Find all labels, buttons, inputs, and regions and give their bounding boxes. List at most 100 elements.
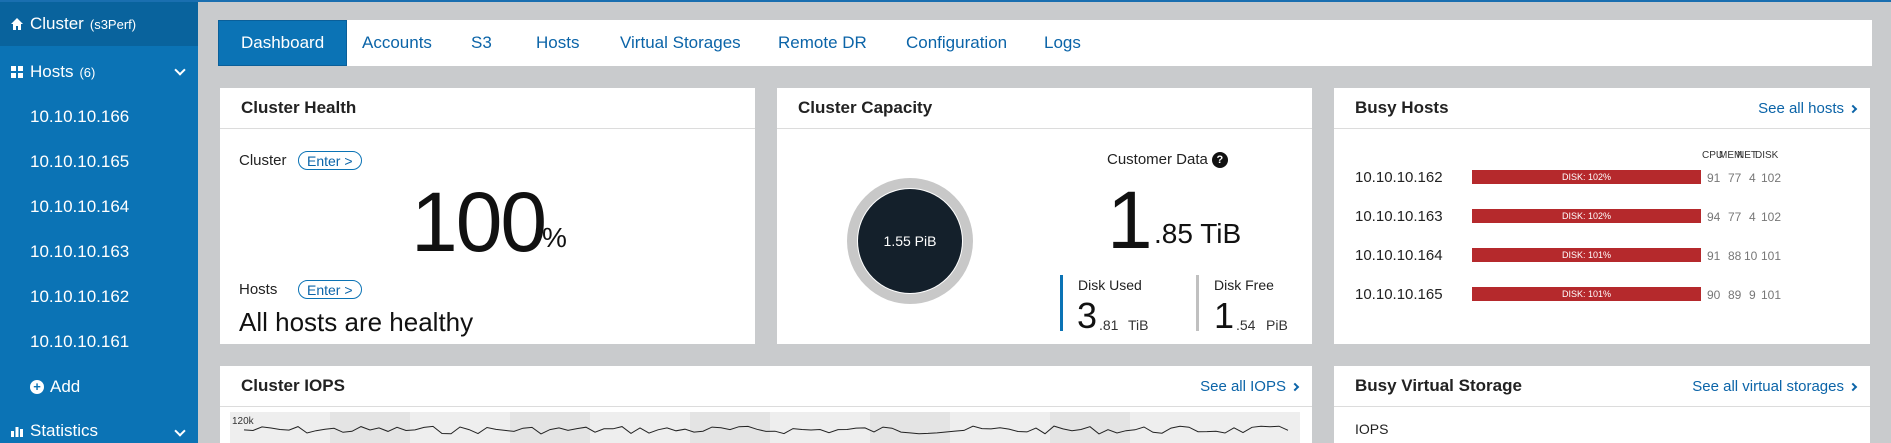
see-all-virtual-storages-link[interactable]: See all virtual storages	[1692, 378, 1858, 395]
tab-virtual-storages[interactable]: Virtual Storages	[620, 20, 741, 66]
disk-used-bar	[1060, 275, 1063, 331]
sidebar-hosts-label: Hosts	[30, 62, 74, 81]
busy-virtual-storage-panel: Busy Virtual Storage See all virtual sto…	[1334, 366, 1870, 443]
see-all-iops-link[interactable]: See all IOPS	[1200, 378, 1300, 395]
sidebar-statistics[interactable]: Statistics	[0, 411, 198, 443]
busy-host-net: 4	[1749, 171, 1756, 185]
grid-icon	[11, 66, 23, 78]
busy-host-ip[interactable]: 10.10.10.164	[1355, 247, 1443, 264]
busy-host-bar: DISK: 101%	[1472, 248, 1701, 262]
iops-sparkline: 120k	[230, 412, 1300, 443]
busy-host-mem: 77	[1728, 210, 1742, 224]
top-accent-line	[0, 0, 1891, 2]
disk-used-dec: .81	[1099, 317, 1119, 333]
tab-configuration[interactable]: Configuration	[906, 20, 1007, 66]
busy-host-disk: 102	[1761, 171, 1782, 185]
sidebar-hosts[interactable]: Hosts (6)	[0, 50, 198, 94]
disk-free-unit: PiB	[1266, 317, 1288, 333]
health-unit: %	[542, 222, 567, 253]
health-value: 100	[411, 175, 547, 269]
chevron-right-icon	[1848, 104, 1858, 114]
iops-y-tick: 120k	[232, 416, 255, 427]
panel-title: Busy Virtual Storage	[1355, 376, 1522, 395]
panel-title: Cluster Health	[241, 98, 357, 117]
sidebar-item-host[interactable]: 10.10.10.164	[0, 184, 198, 229]
busy-host-ip[interactable]: 10.10.10.165	[1355, 286, 1443, 303]
disk-free-dec: .54	[1236, 317, 1256, 333]
chevron-right-icon	[1290, 382, 1300, 392]
tab-hosts[interactable]: Hosts	[536, 20, 579, 66]
see-all-iops-text: See all IOPS	[1200, 378, 1286, 395]
hosts-label: Hosts	[239, 281, 278, 298]
hosts-enter-button[interactable]: Enter >	[298, 280, 362, 299]
sidebar-cluster-label: Cluster	[30, 14, 84, 33]
busy-host-mem: 77	[1728, 171, 1742, 185]
sidebar-item-host[interactable]: 10.10.10.163	[0, 229, 198, 274]
plus-circle-icon: +	[30, 379, 44, 394]
hosts-status: All hosts are healthy	[239, 307, 474, 337]
disk-used-label: Disk Used	[1078, 277, 1142, 293]
iops-band	[690, 412, 770, 443]
see-all-virtual-storages-text: See all virtual storages	[1692, 378, 1844, 395]
sidebar-item-host[interactable]: 10.10.10.162	[0, 274, 198, 319]
disk-used-unit: TiB	[1128, 317, 1149, 333]
sidebar-hosts-count: (6)	[79, 64, 96, 80]
col-net: NET	[1737, 150, 1757, 161]
chevron-down-icon[interactable]	[174, 425, 186, 437]
cluster-enter-button[interactable]: Enter >	[298, 151, 362, 170]
sidebar-item-host[interactable]: 10.10.10.165	[0, 139, 198, 184]
busy-host-bar: DISK: 101%	[1472, 287, 1701, 301]
busy-host-cpu: 94	[1707, 210, 1721, 224]
disk-free-bar	[1196, 275, 1199, 331]
col-disk: DISK	[1755, 150, 1779, 161]
sidebar-statistics-label: Statistics	[30, 421, 99, 440]
chevron-right-icon	[1848, 382, 1858, 392]
sidebar: Cluster (s3Perf) Hosts (6) 10.10.10.166 …	[0, 2, 198, 443]
tab-dashboard[interactable]: Dashboard	[218, 20, 348, 66]
help-icon[interactable]: ?	[1211, 152, 1228, 169]
iops-band	[510, 412, 590, 443]
tab-accounts[interactable]: Accounts	[362, 20, 432, 66]
bar-chart-icon	[11, 427, 23, 437]
customer-data-dec: .85 TiB	[1154, 218, 1242, 249]
busy-host-cpu: 91	[1707, 171, 1721, 185]
panel-title: Cluster Capacity	[798, 98, 933, 117]
disk-free-label: Disk Free	[1214, 277, 1274, 293]
busy-host-bar: DISK: 102%	[1472, 170, 1701, 184]
busy-host-mem: 89	[1728, 288, 1742, 302]
iops-band	[1050, 412, 1130, 443]
see-all-hosts-link[interactable]: See all hosts	[1758, 100, 1858, 117]
sidebar-add-label: Add	[50, 376, 81, 396]
tab-remote-dr[interactable]: Remote DR	[778, 20, 867, 66]
busy-host-net: 4	[1749, 210, 1756, 224]
capacity-donut: 1.55 PiB	[847, 178, 973, 304]
cluster-label: Cluster	[239, 152, 287, 169]
sidebar-item-host[interactable]: 10.10.10.166	[0, 94, 198, 139]
cluster-iops-panel: Cluster IOPS See all IOPS 120k	[220, 366, 1312, 443]
tab-logs[interactable]: Logs	[1044, 20, 1081, 66]
busy-host-mem: 88	[1728, 249, 1742, 263]
busy-host-disk: 101	[1761, 249, 1782, 263]
disk-free-int: 1	[1214, 295, 1235, 336]
busy-host-ip[interactable]: 10.10.10.162	[1355, 169, 1443, 186]
busy-host-bar: DISK: 102%	[1472, 209, 1701, 223]
chevron-down-icon[interactable]	[174, 64, 186, 76]
panel-header: Cluster Capacity	[777, 88, 1312, 129]
busy-host-cpu: 91	[1707, 249, 1721, 263]
busy-host-cpu: 90	[1707, 288, 1721, 302]
busy-host-ip[interactable]: 10.10.10.163	[1355, 208, 1443, 225]
panel-title: Cluster IOPS	[241, 376, 345, 395]
sidebar-cluster[interactable]: Cluster (s3Perf)	[0, 2, 198, 46]
tab-s3[interactable]: S3	[471, 20, 492, 66]
busy-host-net: 10	[1744, 249, 1758, 263]
busy-host-net: 9	[1749, 288, 1756, 302]
sidebar-item-host[interactable]: 10.10.10.161	[0, 319, 198, 364]
customer-data-text: Customer Data	[1107, 151, 1208, 168]
sidebar-add-host[interactable]: + Add	[0, 364, 198, 409]
panel-header: Cluster IOPS	[220, 366, 1312, 407]
main-tabs: Dashboard Accounts S3 Hosts Virtual Stor…	[218, 20, 1872, 66]
sidebar-cluster-name: (s3Perf)	[89, 16, 137, 32]
iops-label: IOPS	[1355, 421, 1389, 437]
busy-host-disk: 102	[1761, 210, 1782, 224]
disk-used-int: 3	[1077, 295, 1098, 336]
